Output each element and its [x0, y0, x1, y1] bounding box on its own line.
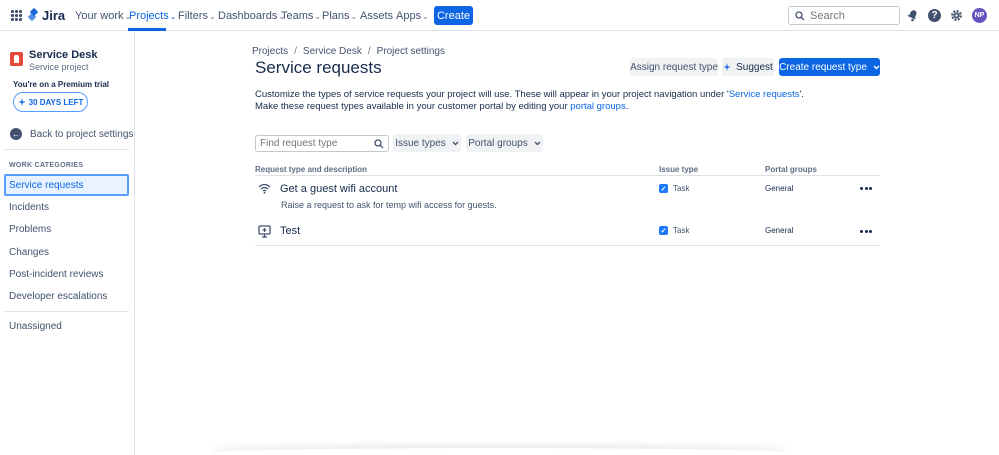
arrow-left-icon: ←	[10, 128, 22, 140]
search-box[interactable]	[788, 6, 900, 25]
chevron-down-icon	[452, 141, 459, 145]
table-bottom-divider	[255, 245, 880, 246]
sidebar-item-incidents[interactable]: Incidents	[4, 196, 129, 218]
nav-projects[interactable]: Projects⌄	[129, 10, 176, 22]
section-label: WORK CATEGORIES	[9, 162, 84, 169]
nav-assets[interactable]: Assets	[360, 10, 393, 22]
project-icon	[10, 52, 23, 66]
table-header-divider	[255, 175, 880, 176]
back-label: Back to project settings	[30, 128, 134, 140]
breadcrumb-project-settings[interactable]: Project settings	[377, 46, 445, 57]
nav-plans[interactable]: Plans⌄	[322, 10, 357, 22]
create-request-type-label: Create request type	[779, 61, 867, 73]
nav-apps[interactable]: Apps⌄	[396, 10, 429, 22]
sidebar-item-service-requests[interactable]: Service requests	[4, 174, 129, 196]
sidebar-item-changes[interactable]: Changes	[4, 241, 129, 263]
nav-your-work[interactable]: Your work⌄	[75, 10, 131, 22]
trial-notice: You're on a Premium trial	[13, 80, 109, 89]
assign-request-type-button[interactable]: Assign request type	[630, 58, 718, 76]
request-type-name[interactable]: Get a guest wifi account	[280, 183, 397, 195]
portal-groups-link[interactable]: portal groups	[570, 101, 625, 112]
bottom-panel-shadow	[210, 448, 790, 455]
chevron-down-icon: ⌄	[314, 12, 322, 21]
breadcrumb: Projects / Service Desk / Project settin…	[252, 46, 445, 57]
find-request-type-input[interactable]	[260, 138, 370, 149]
find-request-type-field[interactable]	[255, 135, 389, 152]
settings-gear-icon[interactable]	[949, 8, 964, 23]
app-switcher-icon[interactable]	[11, 10, 22, 21]
sparkle-icon	[17, 98, 26, 106]
issue-types-label: Issue types	[395, 137, 446, 149]
help-icon[interactable]: ?	[927, 8, 942, 23]
page-title: Service requests	[255, 58, 382, 77]
column-header-portal-groups: Portal groups	[765, 165, 818, 174]
issue-type: Task	[673, 184, 690, 193]
request-type-name[interactable]: Test	[280, 225, 300, 237]
sidebar-item-post-incident-reviews[interactable]: Post-incident reviews	[4, 263, 129, 285]
active-nav-indicator	[128, 28, 166, 31]
create-button[interactable]: Create	[434, 6, 473, 25]
wifi-icon	[258, 182, 271, 195]
back-to-project-settings[interactable]: ← Back to project settings	[10, 128, 133, 140]
monitor-icon	[258, 225, 271, 238]
nav-dashboards[interactable]: Dashboards⌄	[218, 10, 285, 22]
app-name: Jira	[42, 8, 66, 23]
project-name[interactable]: Service Desk	[29, 49, 98, 61]
user-avatar[interactable]: NP	[972, 8, 987, 23]
chevron-down-icon: ⌄	[422, 12, 429, 21]
portal-group: General	[765, 226, 794, 235]
breadcrumb-separator: /	[367, 46, 371, 57]
project-type: Service project	[29, 62, 89, 72]
more-actions-icon[interactable]	[860, 184, 872, 192]
divider	[5, 311, 129, 312]
issue-type: Task	[673, 226, 690, 235]
task-issue-type-icon: ✓	[659, 226, 668, 235]
suggest-button[interactable]: Suggest	[722, 58, 774, 76]
chevron-down-icon: ⌄	[350, 12, 358, 21]
search-icon	[374, 138, 384, 148]
jira-logo[interactable]: Jira	[27, 7, 66, 23]
days-left-button[interactable]: 30 DAYS LEFT	[13, 92, 88, 112]
search-input[interactable]	[810, 9, 890, 22]
sidebar-item-problems[interactable]: Problems	[4, 218, 129, 240]
column-header-request-type: Request type and description	[255, 165, 368, 174]
search-icon	[795, 10, 805, 20]
page-description: Customize the types of service requests …	[255, 89, 804, 112]
breadcrumb-projects[interactable]: Projects	[252, 46, 288, 57]
jira-logo-icon	[27, 7, 39, 22]
breadcrumb-separator: /	[294, 46, 297, 57]
chevron-down-icon	[534, 141, 541, 145]
issue-types-dropdown[interactable]: Issue types	[393, 134, 461, 152]
sidebar-item-developer-escalations[interactable]: Developer escalations	[4, 285, 129, 307]
more-actions-icon[interactable]	[860, 227, 872, 235]
chevron-down-icon	[873, 65, 880, 69]
column-header-issue-type: Issue type	[659, 165, 699, 174]
chevron-down-icon: ⌄	[208, 12, 216, 21]
suggest-label: Suggest	[736, 61, 773, 73]
portal-groups-dropdown[interactable]: Portal groups	[466, 134, 543, 152]
portal-groups-label: Portal groups	[468, 137, 528, 149]
top-navigation: Jira Your work⌄ Projects⌄ Filters⌄ Dashb…	[0, 0, 999, 31]
sidebar: Service Desk Service project You're on a…	[0, 32, 135, 455]
sidebar-item-unassigned[interactable]: Unassigned	[4, 315, 129, 337]
portal-group: General	[765, 184, 794, 193]
nav-teams[interactable]: Teams⌄	[281, 10, 321, 22]
create-request-type-button[interactable]: Create request type	[779, 58, 880, 76]
nav-filters[interactable]: Filters⌄	[178, 10, 216, 22]
notifications-icon[interactable]	[905, 8, 920, 23]
sparkle-icon	[723, 63, 732, 71]
service-requests-link[interactable]: Service requests	[729, 89, 800, 100]
days-left-label: 30 DAYS LEFT	[28, 97, 84, 107]
breadcrumb-service-desk[interactable]: Service Desk	[303, 46, 362, 57]
request-type-description: Raise a request to ask for temp wifi acc…	[281, 200, 497, 210]
task-issue-type-icon: ✓	[659, 184, 668, 193]
divider	[5, 149, 129, 150]
chevron-down-icon: ⌄	[169, 12, 177, 21]
